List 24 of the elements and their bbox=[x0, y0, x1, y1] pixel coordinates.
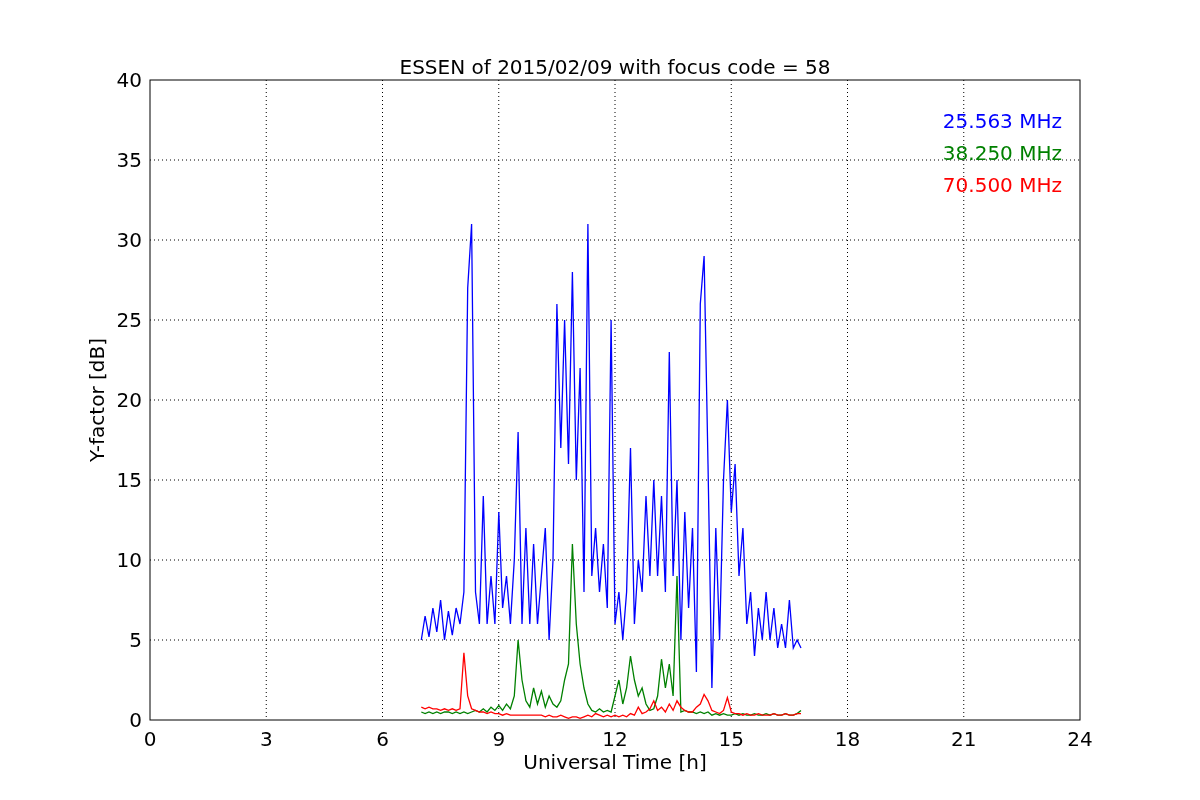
x-tick-label: 21 bbox=[951, 727, 977, 751]
x-tick-label: 3 bbox=[259, 727, 273, 751]
x-tick-label: 18 bbox=[834, 727, 861, 751]
x-tick-label: 24 bbox=[1067, 727, 1093, 751]
y-tick-label: 30 bbox=[116, 228, 142, 252]
y-axis-label: Y-factor [dB] bbox=[85, 338, 109, 462]
legend-label: 38.250 MHz bbox=[942, 141, 1062, 165]
y-tick-label: 20 bbox=[116, 388, 142, 412]
x-axis-label: Universal Time [h] bbox=[523, 750, 707, 774]
y-tick-label: 0 bbox=[129, 708, 142, 732]
x-tick-label: 6 bbox=[376, 727, 389, 751]
chart-title: ESSEN of 2015/02/09 with focus code = 58 bbox=[399, 55, 831, 79]
x-tick-label: 15 bbox=[718, 727, 744, 751]
legend-label: 70.500 MHz bbox=[942, 173, 1062, 197]
legend-label: 25.563 MHz bbox=[942, 109, 1062, 133]
x-tick-label: 9 bbox=[492, 727, 506, 751]
y-tick-label: 40 bbox=[116, 68, 142, 92]
x-tick-label: 12 bbox=[602, 727, 628, 751]
x-tick-label: 0 bbox=[143, 727, 157, 751]
y-tick-label: 15 bbox=[116, 468, 142, 492]
y-tick-label: 35 bbox=[116, 148, 142, 172]
y-tick-label: 25 bbox=[116, 308, 142, 332]
y-tick-label: 10 bbox=[116, 548, 142, 572]
y-tick-label: 5 bbox=[129, 628, 142, 652]
